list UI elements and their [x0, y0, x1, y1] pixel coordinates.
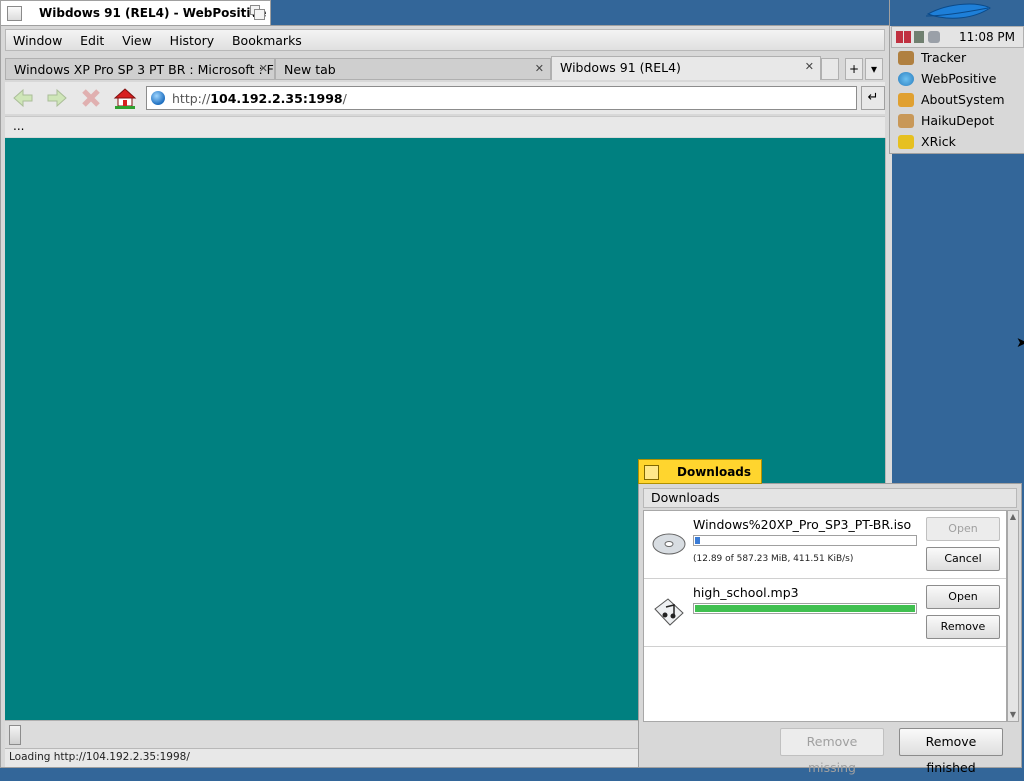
download-progress-fill [695, 537, 700, 544]
go-button[interactable]: ↵ [861, 86, 885, 110]
cancel-button[interactable]: Cancel [926, 547, 1000, 571]
download-progress-bar [693, 535, 917, 546]
tab-label: Windows XP Pro SP 3 PT BR : Microsoft : … [14, 62, 275, 77]
download-info: (12.89 of 587.23 MiB, 411.51 KiB/s) [693, 554, 854, 564]
volume-icon[interactable] [928, 31, 940, 43]
deskbar-item-aboutsystem[interactable]: AboutSystem [891, 90, 1024, 111]
globe-icon [151, 91, 165, 105]
network-icon[interactable] [914, 31, 924, 43]
download-item: high_school.mp3 Open Remove [644, 579, 1006, 647]
downloads-window-title: Downloads [677, 465, 752, 479]
downloads-scrollbar[interactable]: ▲ ▼ [1007, 510, 1019, 722]
back-arrow-icon [13, 88, 33, 108]
tab-label: Wibdows 91 (REL4) [560, 60, 681, 75]
tab-windows-xp[interactable]: Windows XP Pro SP 3 PT BR : Microsoft : … [5, 58, 275, 80]
tracker-icon [898, 51, 914, 65]
remove-missing-button[interactable]: Remove missing [780, 728, 884, 775]
downloads-header: Downloads [643, 488, 1017, 508]
stop-button[interactable] [79, 86, 103, 110]
window-close-button[interactable] [7, 6, 22, 21]
scroll-up-icon[interactable]: ▲ [1008, 511, 1018, 523]
leaf-icon [925, 3, 991, 19]
home-button[interactable] [113, 86, 137, 110]
downloads-close-button[interactable] [644, 465, 659, 480]
download-item: Windows%20XP_Pro_SP3_PT-BR.iso (12.89 of… [644, 511, 1006, 579]
tab-close-icon[interactable]: ✕ [535, 62, 544, 75]
menu-bar: Window Edit View History Bookmarks [5, 29, 885, 51]
downloads-window: Downloads Windows%20XP_Pro_SP3_PT-BR.iso… [638, 483, 1022, 775]
tab-label: New tab [284, 62, 336, 77]
remove-button[interactable]: Remove [926, 615, 1000, 639]
forward-arrow-icon [47, 88, 67, 108]
url-text: http://104.192.2.35:1998/ [172, 91, 347, 106]
menu-history[interactable]: History [163, 30, 221, 48]
download-filename: Windows%20XP_Pro_SP3_PT-BR.iso [693, 517, 912, 532]
open-button[interactable]: Open [926, 585, 1000, 609]
tab-close-icon[interactable]: ✕ [259, 62, 268, 75]
mouse-cursor-icon: ➤ [1016, 335, 1024, 351]
new-tab-button[interactable]: + [845, 58, 863, 80]
open-button[interactable]: Open [926, 517, 1000, 541]
menu-view[interactable]: View [115, 30, 159, 48]
browser-window-tab[interactable]: Wibdows 91 (REL4) - WebPositive [0, 0, 271, 26]
system-tray: 11:08 PM [891, 26, 1024, 48]
tab-new-tab[interactable]: New tab ✕ [275, 58, 551, 80]
about-system-icon [898, 93, 914, 107]
disc-icon [652, 533, 686, 555]
scroll-down-icon[interactable]: ▼ [1008, 709, 1018, 721]
tab-close-icon[interactable]: ✕ [805, 60, 814, 73]
back-button[interactable] [11, 86, 35, 110]
downloads-window-tab[interactable]: Downloads [638, 459, 762, 484]
tab-wibdows-91[interactable]: Wibdows 91 (REL4) ✕ [551, 56, 821, 80]
deskbar-item-tracker[interactable]: Tracker [891, 48, 1024, 69]
bookmarks-overflow-button[interactable]: ... [13, 119, 24, 133]
scrollbar-thumb[interactable] [9, 725, 21, 745]
clock[interactable]: 11:08 PM [959, 30, 1015, 44]
menu-bookmarks[interactable]: Bookmarks [225, 30, 309, 48]
webpositive-icon [898, 72, 914, 86]
xrick-icon [898, 135, 914, 149]
stop-x-icon [82, 89, 100, 107]
downloads-list: Windows%20XP_Pro_SP3_PT-BR.iso (12.89 of… [643, 510, 1007, 722]
audio-file-icon [654, 598, 684, 626]
haiku-leaf-logo[interactable] [890, 0, 1024, 26]
download-filename: high_school.mp3 [693, 585, 799, 600]
bookmark-bar: ... [5, 116, 885, 137]
download-progress-bar [693, 603, 917, 614]
menu-edit[interactable]: Edit [73, 30, 111, 48]
deskbar-item-xrick[interactable]: XRick [891, 132, 1024, 153]
cpu-monitor-icon[interactable] [896, 31, 903, 43]
url-field[interactable]: http://104.192.2.35:1998/ [146, 86, 857, 110]
remove-finished-button[interactable]: Remove finished [899, 728, 1003, 775]
tab-scroll-button[interactable] [821, 58, 839, 80]
download-progress-fill [695, 605, 915, 612]
tab-bar: Windows XP Pro SP 3 PT BR : Microsoft : … [5, 56, 885, 80]
navigation-bar: http://104.192.2.35:1998/ ↵ [5, 82, 885, 114]
downloads-footer: Remove missing Remove finished [643, 724, 1017, 775]
menu-window[interactable]: Window [6, 30, 69, 48]
window-zoom-button[interactable] [250, 5, 265, 20]
deskbar-item-haikudepot[interactable]: HaikuDepot [891, 111, 1024, 132]
deskbar: 11:08 PM Tracker WebPositive AboutSystem… [889, 0, 1024, 154]
forward-button[interactable] [45, 86, 69, 110]
cpu-monitor-icon[interactable] [904, 31, 911, 43]
deskbar-item-webpositive[interactable]: WebPositive [891, 69, 1024, 90]
home-icon [113, 88, 137, 109]
window-title: Wibdows 91 (REL4) - WebPositive [39, 6, 267, 20]
tab-menu-button[interactable]: ▾ [865, 58, 883, 80]
haiku-depot-icon [898, 114, 914, 128]
